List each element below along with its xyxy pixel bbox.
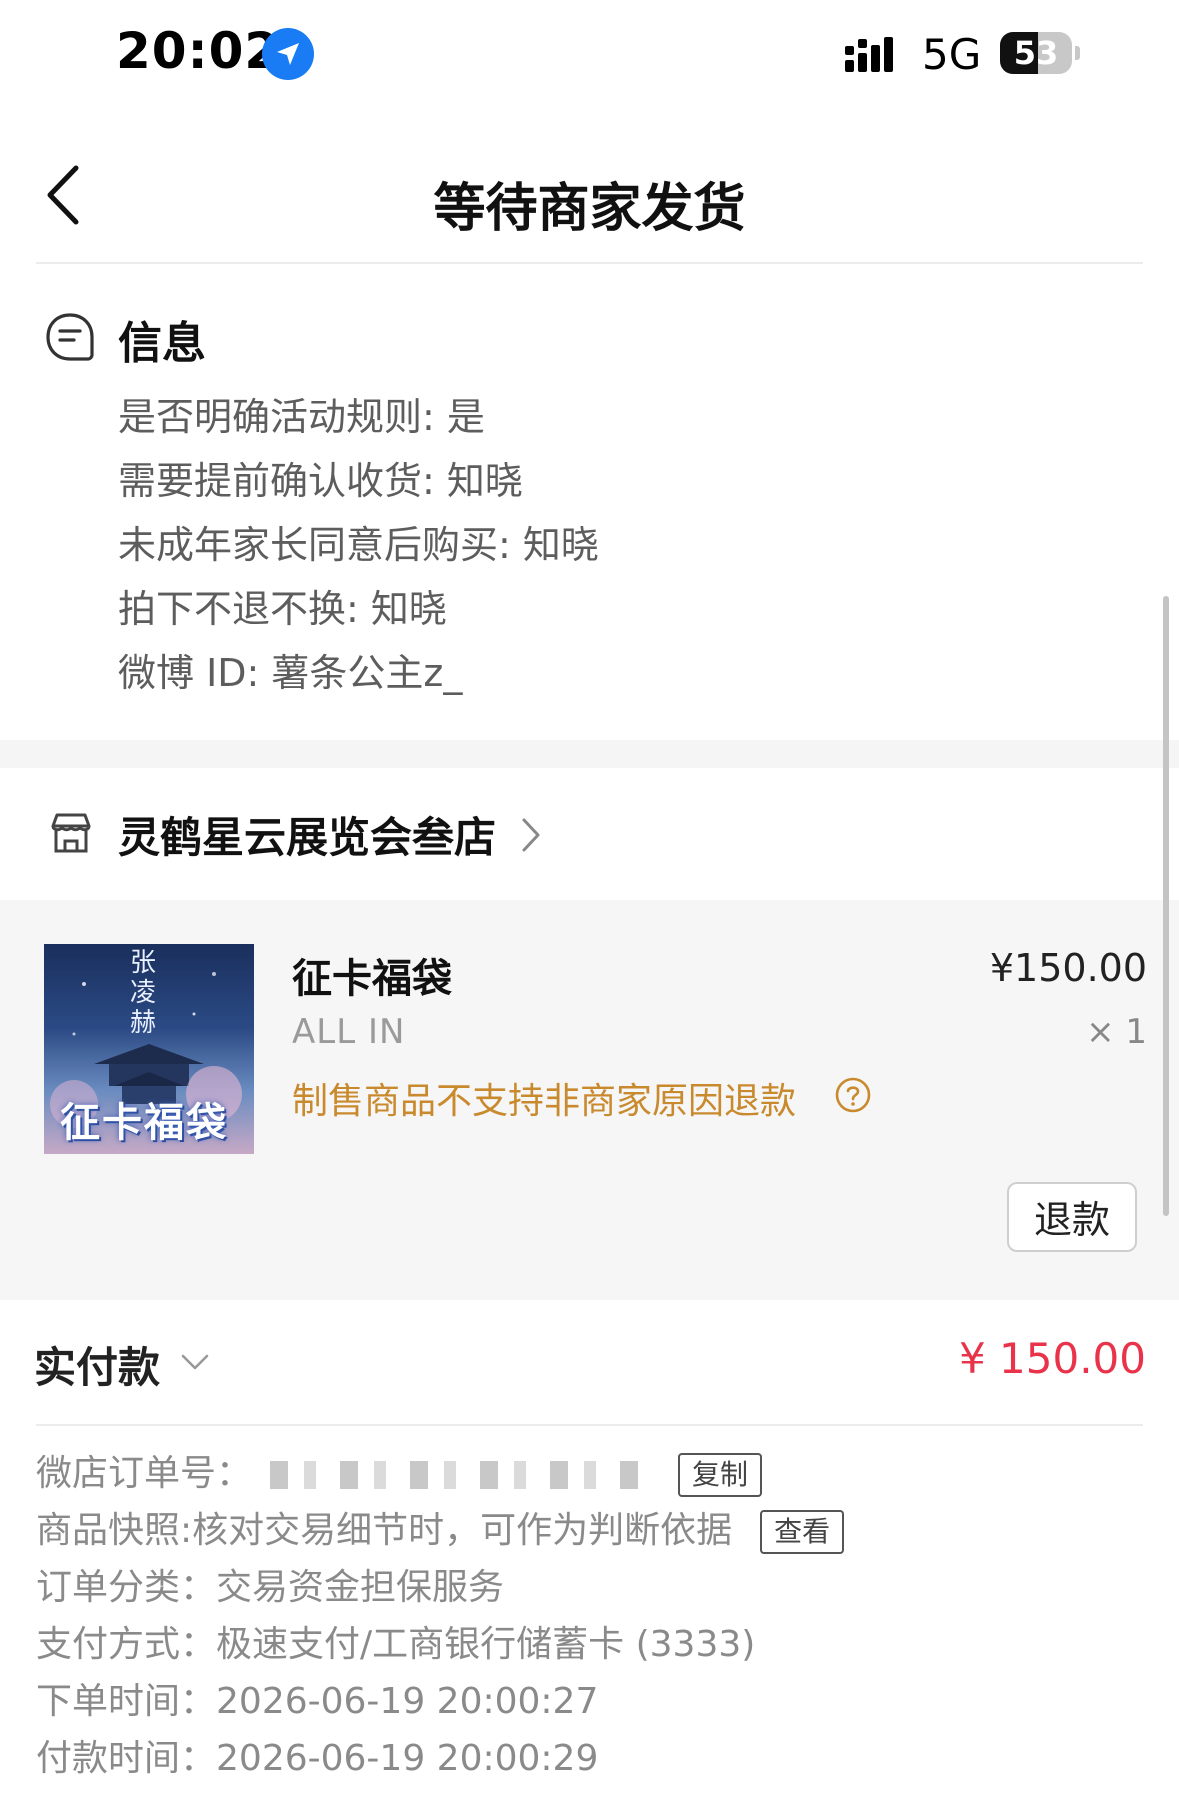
product-price: ¥150.00 xyxy=(989,946,1147,990)
paid-amount-row: 实付款 ¥ 150.00 xyxy=(34,1330,1146,1400)
order-number-redacted xyxy=(270,1461,651,1489)
order-number-label: 微店订单号： xyxy=(36,1453,253,1494)
info-title: 信息 xyxy=(118,318,206,369)
snapshot-row: 商品快照:核对交易细节时，可作为判断依据 查看 xyxy=(36,1502,845,1559)
product-card: 张凌赫 征卡福袋 征卡福袋 ALL IN 制售商品不支持非商家原因退款 ¥150… xyxy=(0,900,1179,1300)
paid-amount-label: 实付款 xyxy=(34,1343,161,1392)
chevron-down-icon[interactable] xyxy=(180,1352,210,1372)
order-number-row: 微店订单号： 复制 xyxy=(36,1445,844,1502)
shop-name: 灵鹤星云展览会叁店 xyxy=(118,813,497,862)
pay-time-label: 付款时间： xyxy=(36,1738,217,1779)
signal-strength-icon xyxy=(845,37,893,72)
pay-time-value: 2026-06-19 20:00:29 xyxy=(216,1738,599,1779)
status-bar: 20:02 5G 53 xyxy=(0,0,1179,110)
payment-method-label: 支付方式： xyxy=(36,1624,217,1665)
chevron-right-icon xyxy=(522,818,540,852)
order-category-label: 订单分类： xyxy=(36,1567,217,1608)
location-arrow-icon xyxy=(262,28,314,80)
payment-method-value: 极速支付/工商银行储蓄卡 (3333) xyxy=(216,1624,756,1665)
payment-method-row: 支付方式：极速支付/工商银行储蓄卡 (3333) xyxy=(36,1616,844,1673)
info-list: 是否明确活动规则: 是 需要提前确认收货: 知晓 未成年家长同意后购买: 知晓 … xyxy=(118,385,599,705)
divider xyxy=(36,262,1143,264)
network-type-label: 5G xyxy=(922,30,982,79)
info-line: 是否明确活动规则: 是 xyxy=(118,395,485,439)
battery-level-text: 53 xyxy=(1013,34,1059,72)
product-image[interactable]: 张凌赫 征卡福袋 xyxy=(44,944,254,1154)
paid-amount-value: ¥ 150.00 xyxy=(958,1334,1146,1383)
order-time-row: 下单时间：2026-06-19 20:00:27 xyxy=(36,1673,844,1730)
page-title: 等待商家发货 xyxy=(433,179,746,239)
info-line: 微博 ID: 薯条公主z_ xyxy=(118,651,463,695)
scrollbar[interactable] xyxy=(1163,596,1169,1216)
message-info-icon xyxy=(46,313,94,361)
product-quantity: × 1 xyxy=(1086,1012,1147,1052)
product-image-title: 征卡福袋 xyxy=(60,1099,228,1146)
info-line: 未成年家长同意后购买: 知晓 xyxy=(118,523,599,567)
help-question-icon[interactable] xyxy=(834,1076,872,1114)
section-separator xyxy=(0,740,1179,768)
product-name: 征卡福袋 xyxy=(292,956,452,1002)
snapshot-label: 商品快照: xyxy=(36,1510,193,1551)
order-category-row: 订单分类：交易资金担保服务 xyxy=(36,1559,844,1616)
info-line: 需要提前确认收货: 知晓 xyxy=(118,459,523,503)
order-details: 微店订单号： 复制 商品快照:核对交易细节时，可作为判断依据 查看 订单分类：交易资… xyxy=(36,1445,845,1787)
order-time-value: 2026-06-19 20:00:27 xyxy=(216,1681,599,1722)
copy-button[interactable]: 复制 xyxy=(678,1453,763,1497)
view-snapshot-button[interactable]: 查看 xyxy=(760,1510,845,1554)
product-variant: ALL IN xyxy=(292,1012,406,1052)
info-line: 拍下不退不换: 知晓 xyxy=(118,587,447,631)
refund-policy-note: 制售商品不支持非商家原因退款 xyxy=(292,1081,797,1122)
shop-icon xyxy=(51,813,91,853)
pay-time-row: 付款时间：2026-06-19 20:00:29 xyxy=(36,1730,844,1787)
snapshot-value: 核对交易细节时，可作为判断依据 xyxy=(192,1510,733,1551)
order-time-label: 下单时间： xyxy=(36,1681,217,1722)
divider xyxy=(36,1424,1143,1426)
product-image-caption: 张凌赫 xyxy=(129,948,156,1038)
refund-button[interactable]: 退款 xyxy=(1007,1182,1137,1252)
battery-icon: 53 xyxy=(1000,32,1082,74)
status-time: 20:02 xyxy=(116,22,281,80)
order-category-value: 交易资金担保服务 xyxy=(216,1567,505,1608)
nav-bar: 等待商家发货 xyxy=(0,130,1179,260)
